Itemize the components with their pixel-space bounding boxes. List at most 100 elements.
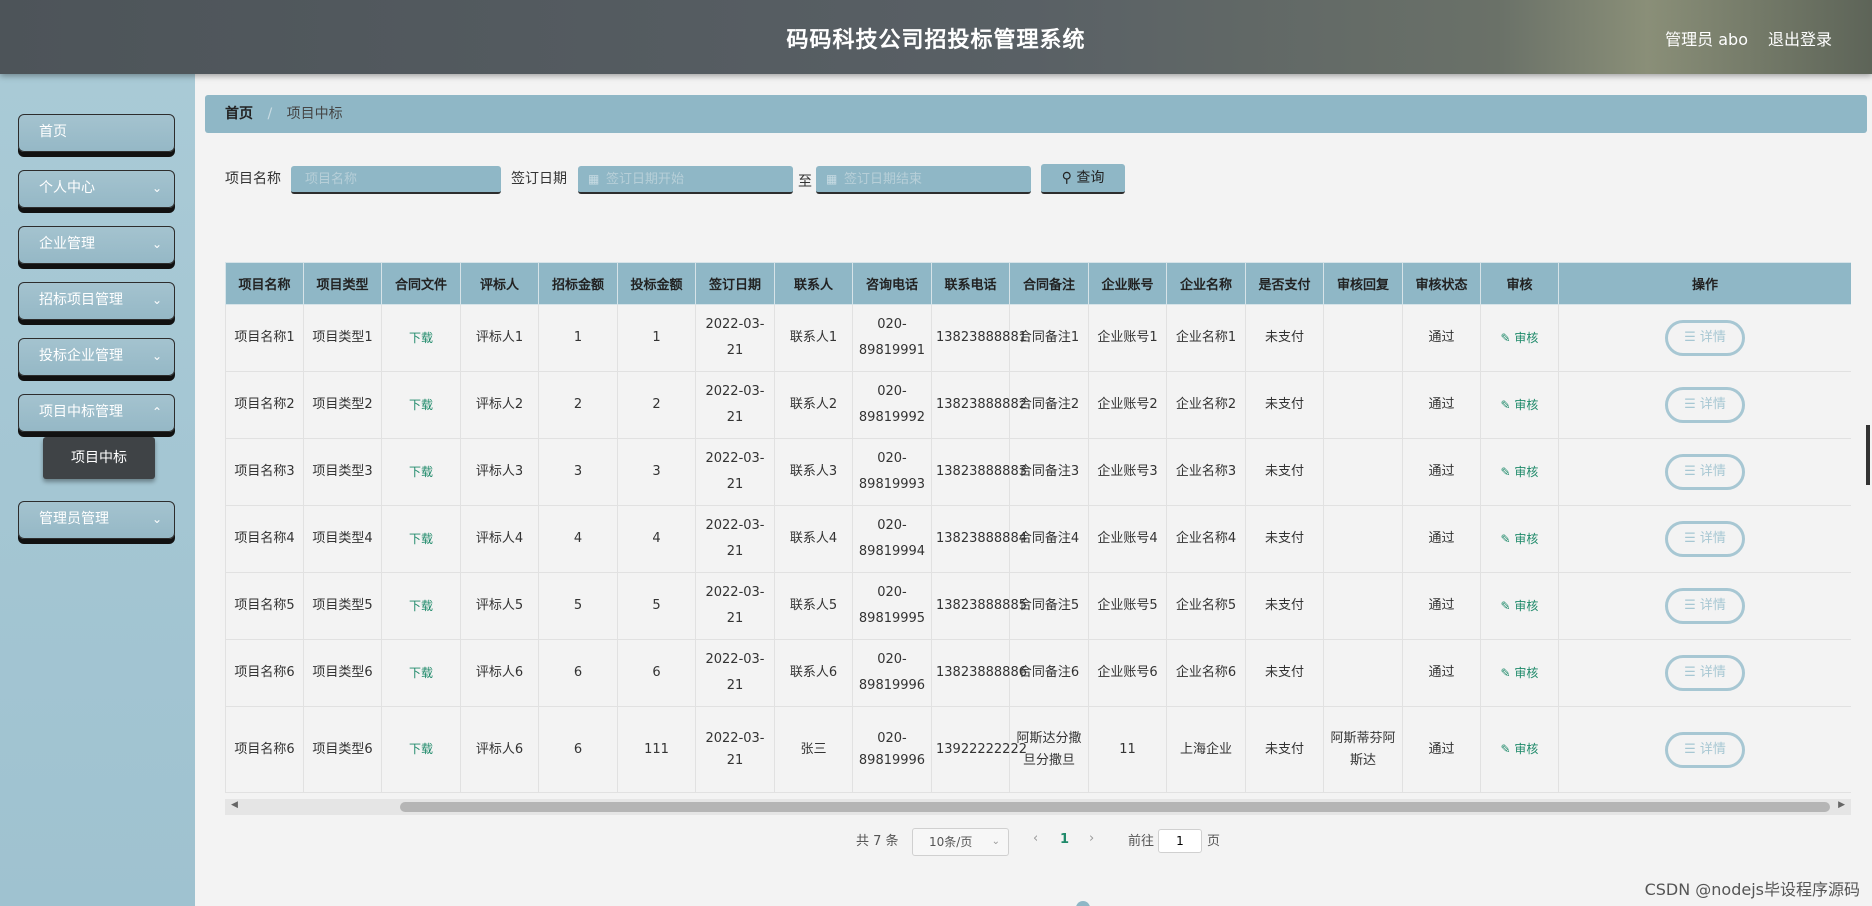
column-header: 企业名称 — [1166, 262, 1246, 305]
scroll-left-icon[interactable]: ◀ — [231, 800, 238, 810]
audit-label: 审核 — [1514, 742, 1539, 756]
sidebar-item-bidding-company-management[interactable]: 投标企业管理 ⌄ — [18, 338, 175, 376]
table-cell: ✎ 审核 — [1480, 438, 1559, 506]
search-name-input[interactable] — [291, 166, 501, 194]
document-icon: ☰ — [1684, 464, 1700, 479]
download-link[interactable]: 下载 — [409, 465, 433, 479]
page-number[interactable]: 1 — [1060, 832, 1069, 847]
audit-button[interactable]: ✎ 审核 — [1501, 465, 1539, 479]
chevron-down-icon: ⌄ — [151, 181, 162, 195]
search-date-label: 签订日期 — [511, 171, 567, 187]
table-cell: 6 — [538, 706, 618, 793]
cell-text: 企业账号6 — [1097, 665, 1158, 680]
audit-button[interactable]: ✎ 审核 — [1501, 398, 1539, 412]
page-size-select[interactable]: 10条/页 ⌄ — [912, 828, 1009, 856]
page-size-value: 10条/页 — [929, 835, 973, 849]
cell-text: 项目名称3 — [234, 464, 295, 479]
table-cell: 企业账号2 — [1088, 371, 1167, 439]
table-cell: 联系人5 — [774, 572, 853, 640]
download-link[interactable]: 下载 — [409, 599, 433, 613]
table-row: 项目名称3 项目类型3 下载 评标人3 3 3 2022-03-21 联系人3 020-8981… — [225, 438, 1851, 506]
table-cell: 阿斯蒂芬阿斯达 — [1323, 706, 1403, 793]
table-row: 项目名称5 项目类型5 下载 评标人5 5 5 2022-03-21 联系人5 020-8981… — [225, 572, 1851, 640]
cell-text: 13823888882 — [936, 397, 1027, 412]
page-scrollbar[interactable] — [1866, 425, 1870, 485]
date-start-input[interactable] — [578, 166, 793, 194]
scroll-right-icon[interactable]: ▶ — [1838, 800, 1845, 810]
download-link[interactable]: 下载 — [409, 532, 433, 546]
scrollbar-thumb[interactable] — [400, 802, 1830, 812]
cell-text: 通过 — [1428, 665, 1455, 680]
table-cell — [1323, 371, 1403, 439]
table-row: 项目名称2 项目类型2 下载 评标人2 2 2 2022-03-21 联系人2 020-8981… — [225, 371, 1851, 439]
prev-page-icon[interactable]: ‹ — [1033, 831, 1038, 846]
table-cell: 项目名称3 — [225, 438, 304, 506]
table-cell: ✎ 审核 — [1480, 371, 1559, 439]
detail-button[interactable]: ☰ 详情 — [1665, 731, 1745, 768]
table-cell: 下载 — [381, 505, 461, 573]
table-cell: 项目名称6 — [225, 706, 304, 793]
cell-text: 5 — [652, 598, 661, 613]
cell-text: 项目名称2 — [234, 397, 295, 412]
column-header: 评标人 — [460, 262, 539, 305]
pager-total: 共 7 条 — [856, 834, 899, 849]
chevron-up-icon: ⌃ — [151, 405, 162, 419]
sidebar-subitem-project-award[interactable]: 项目中标 — [43, 437, 155, 479]
breadcrumb-current: 项目中标 — [286, 106, 343, 122]
audit-button[interactable]: ✎ 审核 — [1501, 532, 1539, 546]
table-cell: 2022-03-21 — [695, 304, 775, 372]
detail-button[interactable]: ☰ 详情 — [1665, 521, 1745, 557]
cell-text: 项目类型6 — [312, 665, 373, 680]
logout-button[interactable]: 退出登录 — [1768, 26, 1832, 50]
audit-button[interactable]: ✎ 审核 — [1501, 742, 1539, 756]
cell-text: 13823888881 — [936, 330, 1027, 345]
cell-text: 111 — [644, 741, 669, 757]
cell-text: 2022-03-21 — [705, 518, 765, 559]
table-cell: ☰ 详情 — [1558, 505, 1851, 573]
download-link[interactable]: 下载 — [409, 331, 433, 345]
cell-text: 阿斯达分撒旦分撒旦 — [1016, 730, 1082, 768]
detail-button[interactable]: ☰ 详情 — [1665, 320, 1745, 356]
sidebar-item-tender-project-management[interactable]: 招标项目管理 ⌄ — [18, 282, 175, 320]
cell-text: 合同备注5 — [1018, 598, 1080, 613]
date-end-input[interactable] — [816, 166, 1031, 194]
back-to-top-button[interactable] — [1076, 901, 1090, 906]
table-cell: 2022-03-21 — [695, 572, 775, 640]
audit-button[interactable]: ✎ 审核 — [1501, 599, 1539, 613]
table-cell: 未支付 — [1245, 505, 1324, 573]
cell-text: 企业名称1 — [1175, 330, 1237, 345]
edit-icon: ✎ — [1500, 742, 1515, 756]
chevron-down-icon: ⌄ — [991, 836, 1000, 847]
table-cell: 下载 — [381, 706, 461, 793]
cell-text: 3 — [652, 464, 661, 479]
table-cell: 2022-03-21 — [695, 505, 775, 573]
goto-page-input[interactable] — [1158, 829, 1202, 853]
detail-button[interactable]: ☰ 详情 — [1665, 655, 1745, 691]
sidebar-item-personal-center[interactable]: 个人中心 ⌄ — [18, 170, 175, 208]
column-header: 合同备注 — [1009, 262, 1089, 305]
table-cell: 项目名称4 — [225, 505, 304, 573]
next-page-icon[interactable]: › — [1089, 831, 1094, 846]
audit-button[interactable]: ✎ 审核 — [1501, 666, 1539, 680]
sidebar-item-admin-management[interactable]: 管理员管理 ⌄ — [18, 501, 175, 539]
breadcrumb-home[interactable]: 首页 — [225, 106, 253, 122]
sidebar-item-award-management[interactable]: 项目中标管理 ⌃ — [18, 394, 175, 432]
cell-text: 企业名称6 — [1175, 665, 1237, 680]
sidebar-item-home[interactable]: 首页 — [18, 114, 175, 152]
column-header: 招标金额 — [538, 262, 618, 305]
table-cell: ✎ 审核 — [1480, 304, 1559, 372]
audit-label: 审核 — [1514, 330, 1539, 345]
horizontal-scrollbar[interactable]: ◀ ▶ — [225, 799, 1851, 815]
search-button[interactable]: ⚲ 查询 — [1041, 164, 1125, 194]
detail-button[interactable]: ☰ 详情 — [1665, 454, 1745, 490]
download-link[interactable]: 下载 — [409, 666, 433, 680]
download-link[interactable]: 下载 — [409, 398, 433, 412]
column-header: 合同文件 — [381, 262, 461, 305]
chevron-down-icon: ⌄ — [151, 512, 162, 526]
download-link[interactable]: 下载 — [409, 742, 433, 756]
audit-button[interactable]: ✎ 审核 — [1501, 331, 1539, 345]
sidebar-item-company-management[interactable]: 企业管理 ⌄ — [18, 226, 175, 264]
detail-button[interactable]: ☰ 详情 — [1665, 387, 1745, 423]
table-cell: 评标人5 — [460, 572, 539, 640]
detail-button[interactable]: ☰ 详情 — [1665, 588, 1745, 624]
